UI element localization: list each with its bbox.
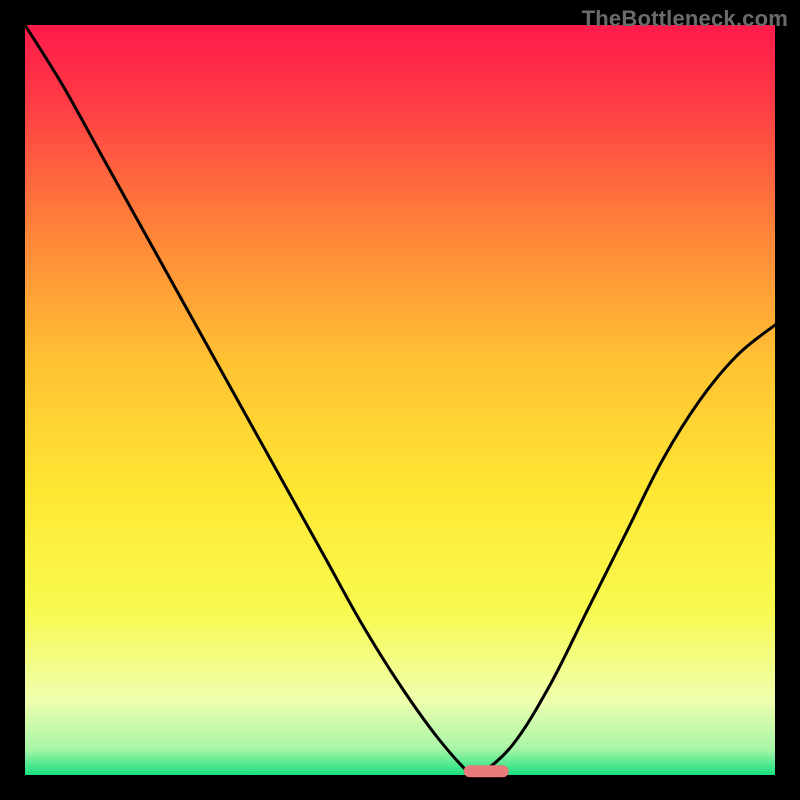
optimal-marker [464,765,509,777]
bottleneck-curve-chart [0,0,800,800]
attribution-text: TheBottleneck.com [582,6,788,32]
plot-area [25,25,775,775]
chart-container: TheBottleneck.com [0,0,800,800]
